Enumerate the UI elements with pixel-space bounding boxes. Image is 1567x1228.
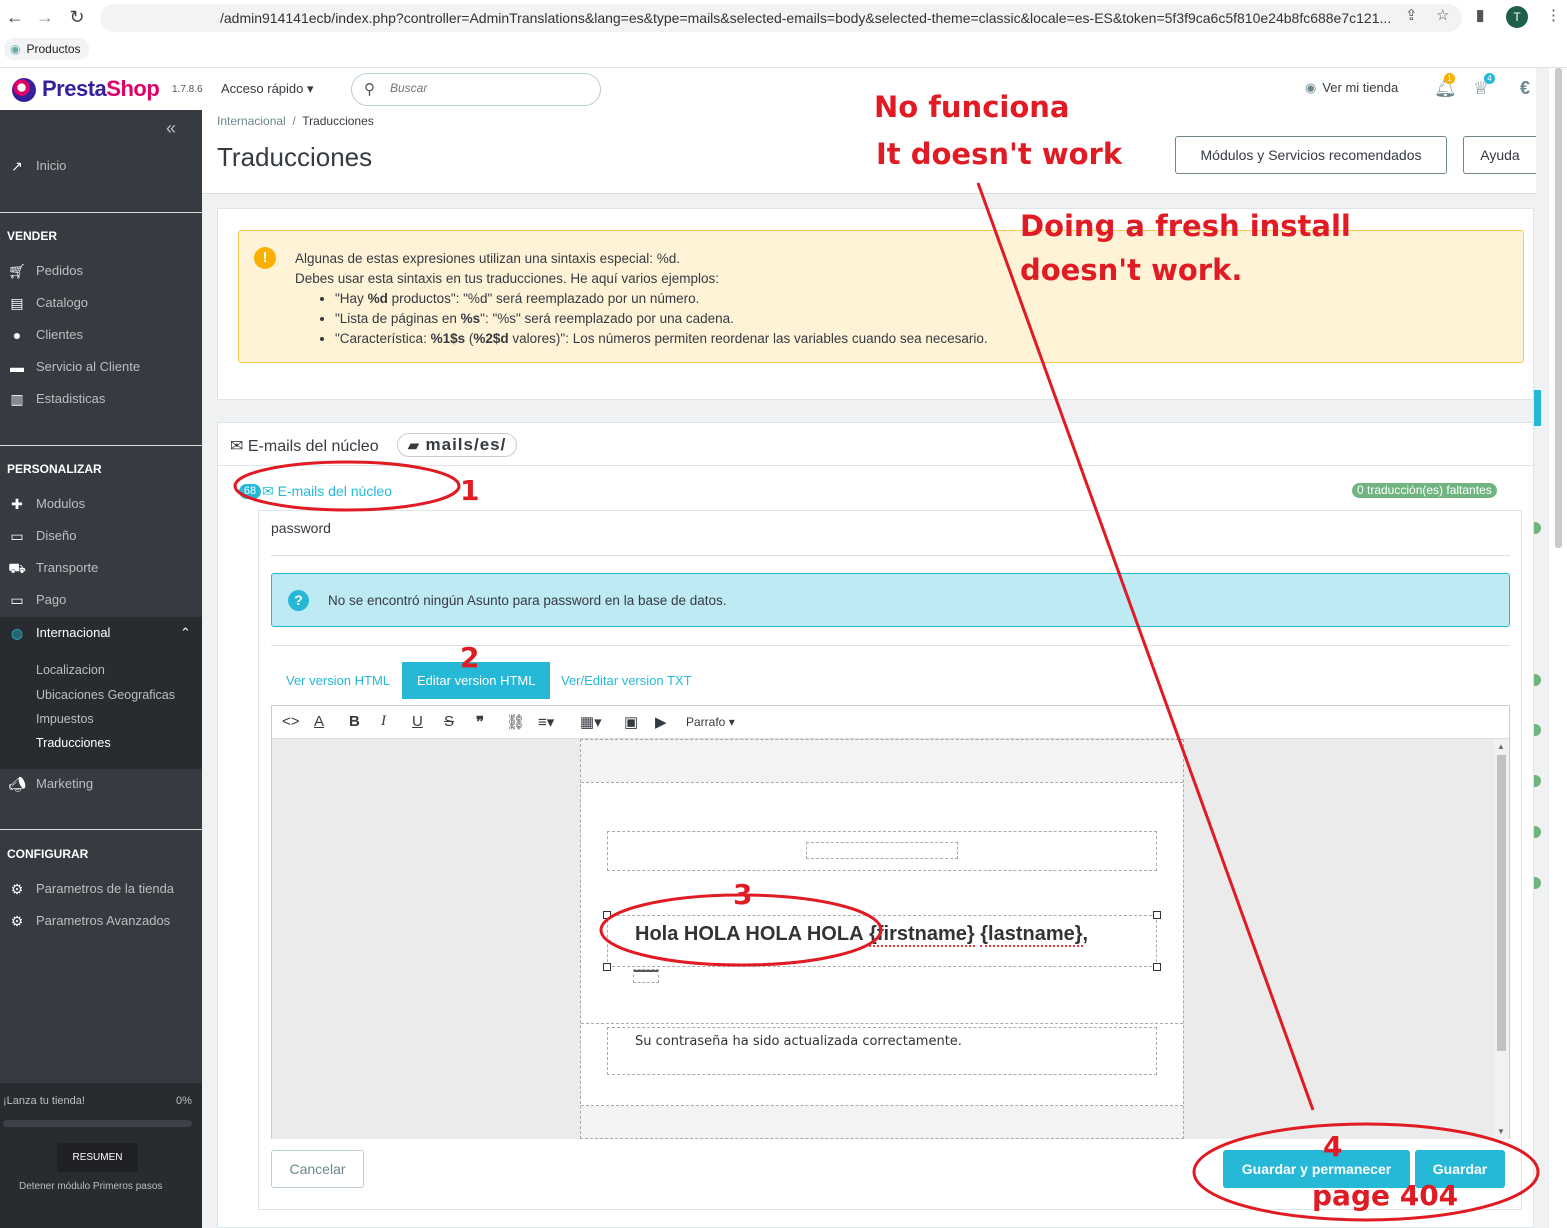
annotation-number-4: 4 xyxy=(1323,1130,1343,1163)
annotation-number-3: 3 xyxy=(733,878,753,911)
annotation-number-1: 1 xyxy=(460,474,480,507)
annotation-fresh-install-2: doesn't work. xyxy=(1020,253,1243,287)
annotation-page-404: page 404 xyxy=(1312,1179,1459,1212)
annotation-no-funciona: No funciona xyxy=(874,90,1070,124)
annotation-fresh-install: Doing a fresh install xyxy=(1020,209,1351,243)
annotation-circle-1 xyxy=(233,460,461,512)
annotation-doesnt-work: It doesn't work xyxy=(876,137,1123,171)
annotation-number-2: 2 xyxy=(460,641,480,674)
annotation-arrow-line xyxy=(976,182,1315,1111)
annotation-overlay xyxy=(233,182,1540,1222)
